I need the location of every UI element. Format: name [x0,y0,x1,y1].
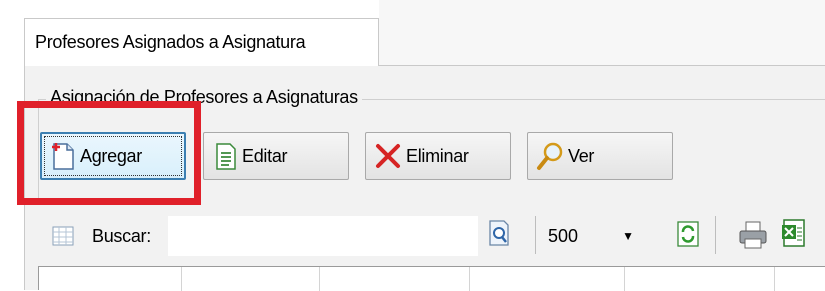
tab-label: Profesores Asignados a Asignatura [35,32,306,52]
delete-button-label: Eliminar [406,145,469,166]
red-x-icon [376,144,400,168]
panel-border-left [24,65,25,290]
excel-export-icon[interactable] [780,218,808,248]
tab-profesores-asignados[interactable]: Profesores Asignados a Asignatura [24,18,379,66]
view-button[interactable]: Ver [527,132,673,180]
group-box-title: Asignación de Profesores a Asignaturas [46,87,362,108]
panel-border-top [379,65,825,66]
search-label: Buscar: [92,226,151,246]
printer-icon[interactable] [738,220,768,250]
view-button-label: Ver [568,145,595,166]
search-document-icon[interactable] [487,218,511,248]
search-input[interactable] [168,216,478,256]
add-button-label: Agregar [80,145,142,166]
grid-column-divider [181,267,182,291]
page-size-dropdown[interactable]: 500 ▼ [546,216,642,256]
data-grid-header [38,266,825,291]
grid-column-divider [469,267,470,291]
refresh-icon[interactable] [676,220,700,248]
tab-strip-background [379,0,825,65]
page-size-value: 500 [548,225,579,246]
grid-column-divider [774,267,775,291]
grid-column-divider [319,267,320,291]
add-button[interactable]: Agregar [40,132,186,180]
group-box-left-border [38,99,39,199]
grid-column-divider [624,267,625,291]
delete-button[interactable]: Eliminar [365,132,511,180]
edit-button-label: Editar [242,145,288,166]
edit-document-icon [216,143,236,170]
dropdown-arrow-icon: ▼ [622,229,634,243]
grid-table-icon [52,226,74,246]
toolbar-separator [715,216,716,254]
magnifier-icon [537,142,563,170]
new-document-icon [52,143,74,170]
edit-button[interactable]: Editar [203,132,349,180]
toolbar-separator [535,216,536,254]
